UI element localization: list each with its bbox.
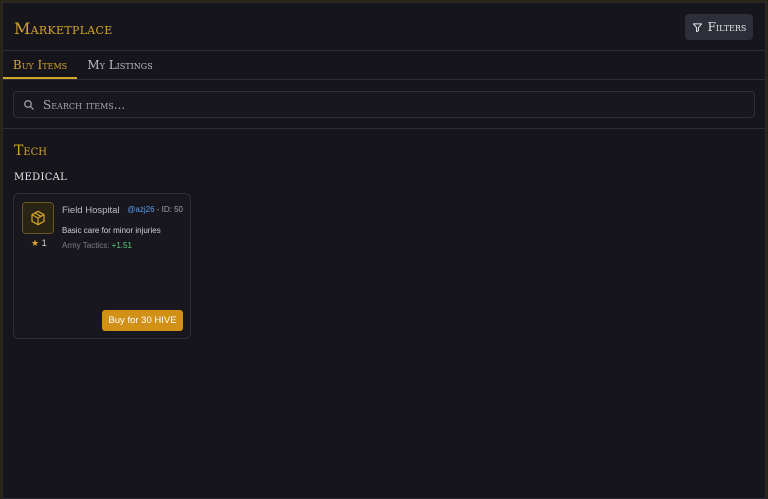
- owner-link[interactable]: @azj26: [127, 205, 154, 214]
- rating-value: 1: [41, 238, 47, 248]
- item-card: ★ 1 Field Hospital @azj26 - ID: 50 Basic…: [13, 193, 191, 339]
- item-name: Field Hospital: [62, 205, 120, 216]
- tab-bar: Buy Items My Listings: [3, 51, 765, 80]
- page-title: Marketplace: [14, 19, 113, 38]
- item-icon-frame: [22, 202, 54, 234]
- box-icon: [31, 210, 45, 226]
- tab-buy-items[interactable]: Buy Items: [3, 51, 77, 79]
- filters-label: Filters: [707, 20, 747, 34]
- item-stat: Army Tactics: +1.51: [62, 241, 132, 250]
- item-description: Basic care for minor injuries: [62, 226, 161, 235]
- item-id: - ID: 50: [156, 205, 183, 214]
- search-bar: [3, 80, 765, 129]
- header: Marketplace Filters: [3, 3, 765, 51]
- filters-button[interactable]: Filters: [685, 14, 753, 40]
- search-box[interactable]: [13, 91, 755, 118]
- search-input[interactable]: [43, 97, 723, 112]
- star-icon: ★: [31, 238, 40, 248]
- subcategory-title: MEDICAL: [14, 172, 68, 183]
- tab-my-listings[interactable]: My Listings: [87, 51, 153, 79]
- item-rating: ★ 1: [31, 238, 47, 249]
- buy-button[interactable]: Buy for 30 HIVE: [102, 310, 183, 331]
- stat-value: +1.51: [111, 241, 132, 250]
- category-title: Tech: [14, 143, 48, 159]
- marketplace-panel: Marketplace Filters Buy Items My Listing…: [2, 2, 766, 499]
- stat-label: Army Tactics:: [62, 241, 110, 250]
- item-meta: @azj26 - ID: 50: [127, 205, 183, 214]
- filter-icon: [692, 22, 702, 32]
- search-icon: [24, 99, 34, 110]
